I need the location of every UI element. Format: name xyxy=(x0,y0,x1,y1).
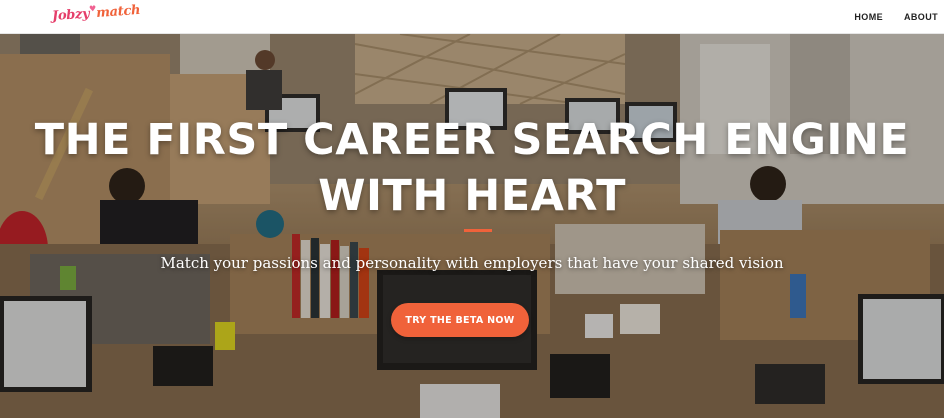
try-beta-button[interactable]: TRY THE BETA NOW xyxy=(391,303,529,337)
hero-overlay xyxy=(0,34,944,418)
logo-text-match: match xyxy=(95,2,141,21)
hero-title: THE FIRST CAREER SEARCH ENGINE WITH HEAR… xyxy=(0,112,944,224)
nav-home-link[interactable]: HOME xyxy=(854,12,883,22)
nav-about-link[interactable]: ABOUT xyxy=(904,12,938,22)
site-logo[interactable]: Jobzy♥match xyxy=(52,3,141,24)
logo-text-jobzy: Jobzy xyxy=(51,6,90,25)
heart-icon: ♥ xyxy=(88,3,97,14)
hero-title-line-1: THE FIRST CAREER SEARCH ENGINE xyxy=(34,115,910,165)
hero-section: THE FIRST CAREER SEARCH ENGINE WITH HEAR… xyxy=(0,34,944,418)
nav-links: HOME ABOUT xyxy=(854,0,938,34)
top-navbar: Jobzy♥match HOME ABOUT xyxy=(0,0,944,34)
hero-subtitle: Match your passions and personality with… xyxy=(160,254,784,272)
hero-title-line-2: WITH HEART xyxy=(318,171,626,221)
title-divider xyxy=(464,229,492,232)
